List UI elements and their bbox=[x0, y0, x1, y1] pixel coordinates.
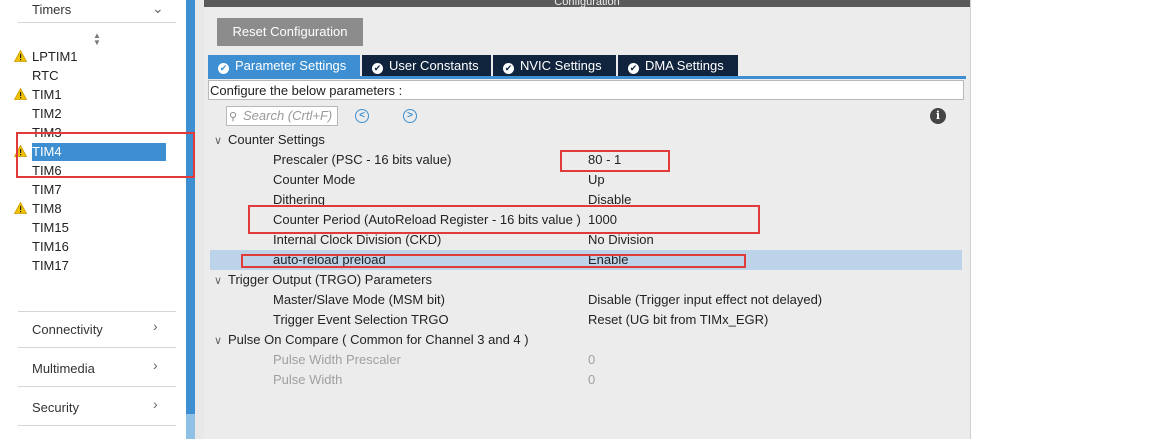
category-multimedia[interactable]: Multimedia bbox=[32, 361, 95, 376]
highlight-box bbox=[16, 132, 195, 178]
chevron-down-icon: ∨ bbox=[214, 135, 223, 147]
describe-text: Configure the below parameters : bbox=[208, 80, 964, 100]
param-row-disabled: Pulse Width Prescaler 0 bbox=[273, 352, 596, 367]
sidebar-item-label: TIM1 bbox=[32, 87, 62, 102]
sidebar-item-label: RTC bbox=[32, 68, 59, 83]
sidebar-item-label: LPTIM1 bbox=[32, 49, 78, 64]
sidebar-item-tim7[interactable]: TIM7 bbox=[32, 181, 166, 199]
check-icon: ✔ bbox=[628, 63, 639, 74]
group-counter-settings[interactable]: ∨ Counter Settings bbox=[214, 130, 325, 150]
warning-icon bbox=[13, 201, 28, 219]
divider bbox=[18, 386, 176, 387]
sidebar-item-label: TIM17 bbox=[32, 258, 69, 273]
param-row[interactable]: Master/Slave Mode (MSM bit) Disable (Trig… bbox=[210, 290, 962, 310]
timers-label: Timers bbox=[32, 2, 72, 17]
divider bbox=[18, 347, 176, 348]
check-icon: ✔ bbox=[218, 63, 229, 74]
warning-icon bbox=[13, 49, 28, 67]
tab-user-constants[interactable]: ✔ User Constants bbox=[362, 55, 491, 76]
highlight-box bbox=[560, 150, 670, 172]
info-icon[interactable]: i bbox=[930, 108, 946, 124]
tab-dma-settings[interactable]: ✔ DMA Settings bbox=[618, 55, 738, 76]
scrollbar-track[interactable] bbox=[186, 414, 195, 439]
search-input[interactable]: Search (Crtl+F) bbox=[226, 106, 338, 126]
sidebar-item-label: TIM15 bbox=[32, 220, 69, 235]
sidebar-item-tim16[interactable]: TIM16 bbox=[32, 238, 166, 256]
divider bbox=[18, 425, 176, 426]
panel-border bbox=[970, 0, 971, 439]
sidebar-item-tim15[interactable]: TIM15 bbox=[32, 219, 166, 237]
category-connectivity[interactable]: Connectivity bbox=[32, 322, 103, 337]
check-icon: ✔ bbox=[372, 63, 383, 74]
tab-nvic-settings[interactable]: ✔ NVIC Settings bbox=[493, 55, 616, 76]
reset-configuration-button[interactable]: Reset Configuration bbox=[217, 18, 363, 46]
sidebar-item-lptim1[interactable]: LPTIM1 bbox=[13, 48, 166, 66]
chevron-right-icon[interactable]: › bbox=[153, 318, 158, 334]
tabs-underline bbox=[208, 76, 966, 79]
sidebar-item-label: TIM8 bbox=[32, 201, 62, 216]
group-pulse-on-compare[interactable]: ∨ Pulse On Compare ( Common for Channel 3… bbox=[214, 330, 529, 350]
sidebar-item-label: TIM7 bbox=[32, 182, 62, 197]
chevron-right-icon[interactable]: › bbox=[153, 357, 158, 373]
divider bbox=[18, 311, 176, 312]
sidebar-item-tim17[interactable]: TIM17 bbox=[32, 257, 166, 275]
panel-title: Configuration bbox=[204, 0, 970, 7]
sidebar-item-tim1[interactable]: TIM1 bbox=[13, 86, 166, 104]
next-icon[interactable]: > bbox=[403, 109, 417, 123]
chevron-down-icon: ∨ bbox=[214, 335, 223, 347]
chevron-down-icon[interactable]: ⌄ bbox=[152, 0, 164, 17]
highlight-box bbox=[241, 254, 746, 268]
param-row[interactable]: Trigger Event Selection TRGO Reset (UG bi… bbox=[210, 310, 962, 330]
param-row[interactable]: Counter Mode Up bbox=[210, 170, 962, 190]
category-security[interactable]: Security bbox=[32, 400, 79, 415]
sort-icon[interactable]: ▲ ▼ bbox=[93, 32, 101, 47]
chevron-right-icon[interactable]: › bbox=[153, 396, 158, 412]
sidebar-item-label: TIM2 bbox=[32, 106, 62, 121]
highlight-box bbox=[248, 205, 760, 234]
sidebar-item-label: TIM16 bbox=[32, 239, 69, 254]
sidebar-item-tim8[interactable]: TIM8 bbox=[13, 200, 166, 218]
warning-icon bbox=[13, 87, 28, 105]
divider bbox=[18, 22, 176, 23]
timers-section-header[interactable]: Timers bbox=[32, 2, 71, 17]
sidebar-item-rtc[interactable]: RTC bbox=[32, 67, 166, 85]
previous-icon[interactable]: < bbox=[355, 109, 369, 123]
sidebar-scrollbar[interactable] bbox=[186, 0, 195, 439]
tab-parameter-settings[interactable]: ✔ Parameter Settings bbox=[208, 55, 360, 76]
group-trigger-output[interactable]: ∨ Trigger Output (TRGO) Parameters bbox=[214, 270, 432, 290]
param-row-disabled: Pulse Width 0 bbox=[273, 372, 596, 387]
check-icon: ✔ bbox=[503, 63, 514, 74]
splitter[interactable] bbox=[195, 0, 204, 439]
sidebar-item-tim2[interactable]: TIM2 bbox=[32, 105, 166, 123]
search-icon: ⚲ bbox=[229, 111, 238, 123]
chevron-down-icon: ∨ bbox=[214, 275, 223, 287]
